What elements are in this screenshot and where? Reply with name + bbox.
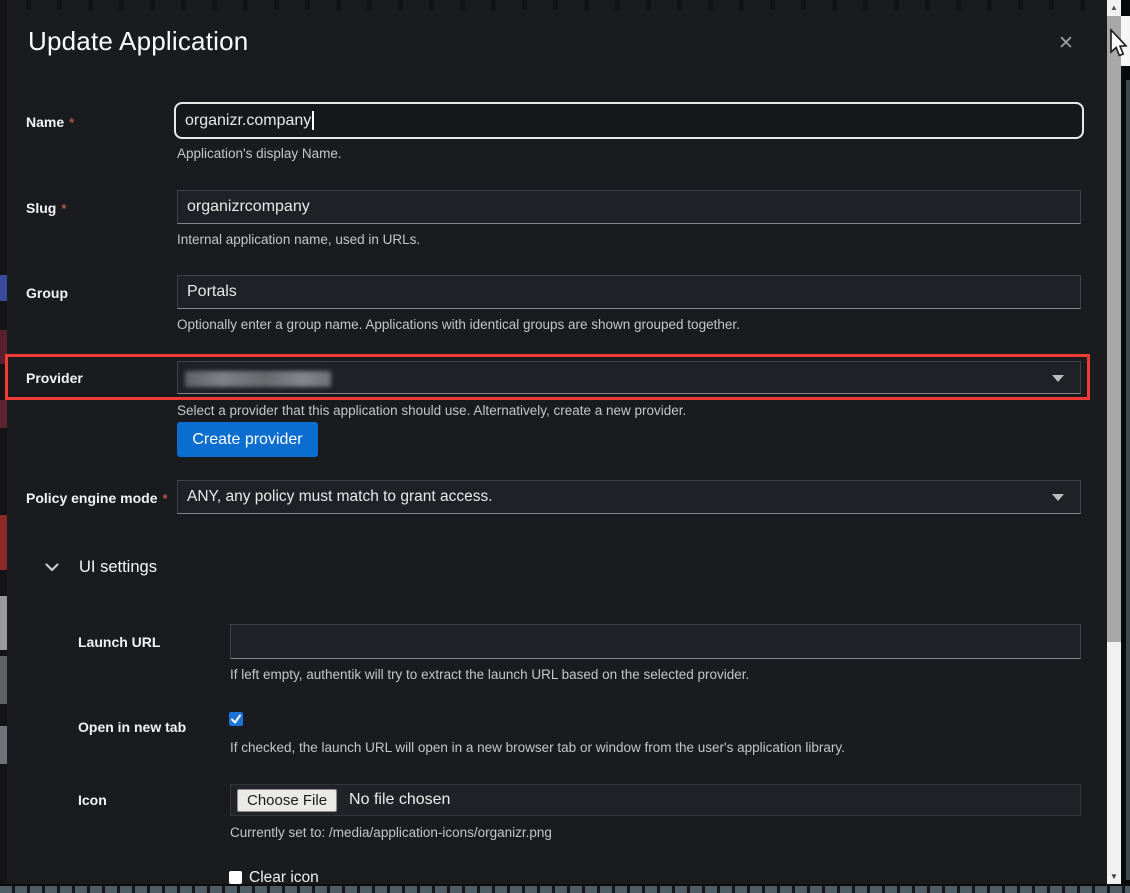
window-frame-edge (1126, 80, 1130, 880)
provider-help: Select a provider that this application … (177, 403, 686, 418)
open-in-new-tab-help: If checked, the launch URL will open in … (230, 740, 845, 755)
launch-url-label: Launch URL (78, 634, 160, 650)
background-fragment (0, 275, 7, 301)
name-help: Application's display Name. (177, 146, 342, 161)
required-asterisk: * (69, 115, 74, 130)
policy-engine-mode-label: Policy engine mode* (26, 490, 168, 506)
update-application-modal: Update Application ✕ Name* organizr.comp… (7, 10, 1107, 884)
chevron-down-icon (1052, 494, 1064, 501)
background-fragment (0, 596, 7, 650)
group-input[interactable]: Portals (177, 275, 1081, 309)
screen: Update Application ✕ Name* organizr.comp… (0, 0, 1130, 893)
background-fragment (0, 656, 7, 704)
name-label: Name* (26, 114, 74, 130)
mouse-cursor (1106, 28, 1128, 60)
clear-icon-checkbox[interactable] (229, 871, 242, 884)
file-status-text: No file chosen (349, 791, 450, 809)
required-asterisk: * (162, 491, 167, 506)
scrollbar-thumb[interactable] (1107, 16, 1121, 642)
group-label: Group (26, 285, 68, 301)
name-input[interactable]: organizr.company (174, 102, 1084, 139)
policy-engine-mode-select[interactable]: ANY, any policy must match to grant acce… (177, 480, 1081, 514)
icon-label: Icon (78, 792, 107, 808)
modal-title: Update Application (28, 26, 248, 57)
provider-highlight-annotation (5, 354, 1090, 400)
icon-file-input[interactable]: Choose File No file chosen (230, 784, 1081, 816)
page-behind-bottom (0, 884, 1130, 893)
icon-help: Currently set to: /media/application-ico… (230, 825, 552, 840)
launch-url-help: If left empty, authentik will try to ext… (230, 667, 749, 682)
scroll-down-icon[interactable]: ▼ (1107, 872, 1121, 881)
group-help: Optionally enter a group name. Applicati… (177, 317, 740, 332)
background-fragment (0, 726, 7, 764)
create-provider-button[interactable]: Create provider (177, 422, 318, 457)
page-behind-top (0, 0, 1130, 10)
launch-url-input[interactable] (230, 624, 1081, 659)
ui-settings-toggle[interactable]: UI settings (45, 558, 157, 577)
slug-label: Slug* (26, 200, 66, 216)
required-asterisk: * (61, 201, 66, 216)
close-icon[interactable]: ✕ (1053, 31, 1079, 57)
page-behind-left (0, 0, 7, 893)
background-fragment (0, 515, 7, 570)
window-right-edge (1121, 0, 1130, 893)
scroll-up-icon[interactable]: ▲ (1107, 3, 1121, 12)
slug-input[interactable]: organizrcompany (177, 190, 1081, 224)
vertical-scrollbar[interactable]: ▲ ▼ (1107, 0, 1121, 884)
checkmark-icon (229, 712, 243, 726)
choose-file-button[interactable]: Choose File (237, 789, 337, 812)
background-fragment (0, 400, 7, 428)
chevron-down-icon (45, 563, 59, 572)
text-caret (312, 111, 314, 130)
slug-help: Internal application name, used in URLs. (177, 232, 420, 247)
ui-settings-label: UI settings (79, 558, 157, 577)
open-in-new-tab-checkbox[interactable] (229, 712, 243, 726)
open-in-new-tab-label: Open in new tab (78, 719, 186, 735)
